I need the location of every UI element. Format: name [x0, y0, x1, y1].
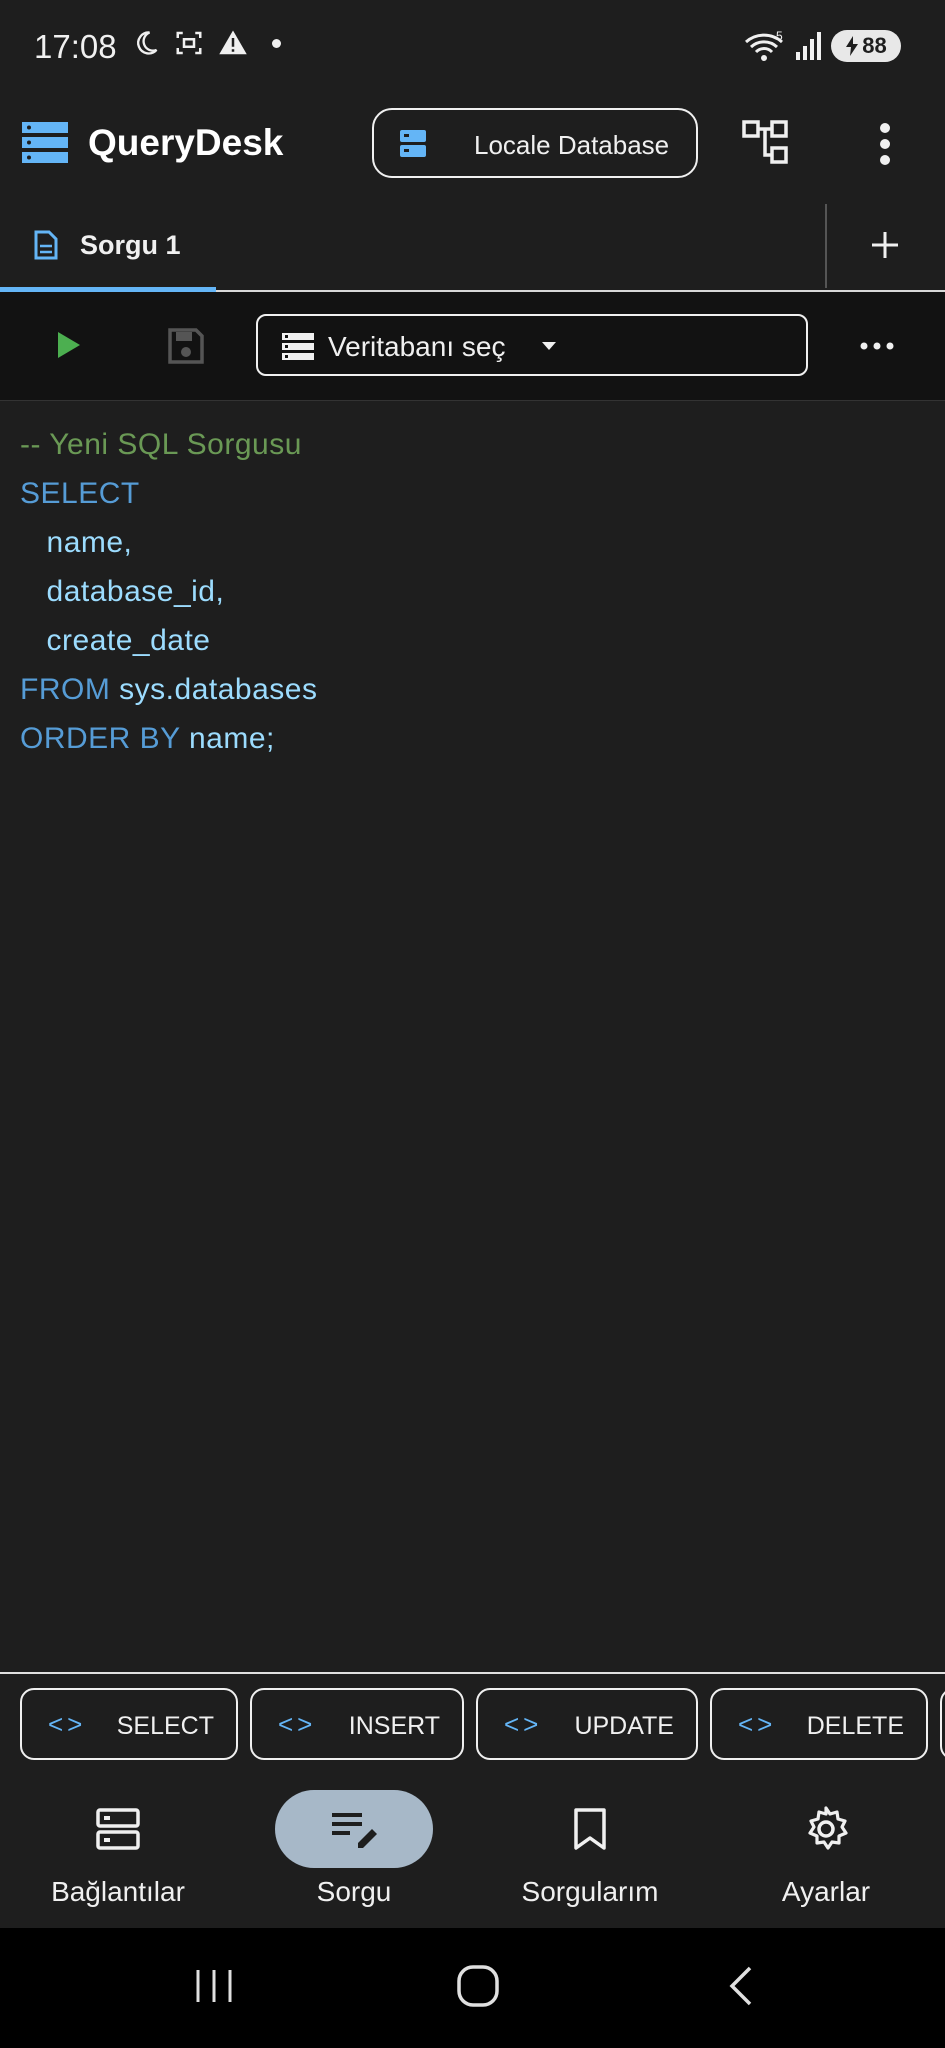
wifi-icon: 5	[745, 29, 783, 61]
servers-icon	[22, 122, 68, 163]
code-identifier: name,	[46, 526, 133, 559]
code-line: name,	[20, 518, 920, 567]
nav-label: Ayarlar	[781, 1876, 871, 1907]
database-select[interactable]: Veritabanı seç	[256, 314, 808, 376]
edit-note-icon	[332, 1813, 377, 1848]
sql-editor[interactable]: -- Yeni SQL Sorgusu SELECT name, databas…	[20, 420, 920, 763]
snippet-label: DELETE	[806, 1712, 904, 1740]
code-keyword: SELECT	[20, 477, 140, 510]
code-identifier: create_date	[46, 624, 211, 657]
code-line: ORDER BY name;	[20, 714, 920, 763]
warning-icon	[219, 30, 247, 55]
home-icon[interactable]	[456, 1964, 500, 2008]
snippet-delete-chip[interactable]: <> DELETE	[710, 1688, 928, 1760]
document-icon	[34, 230, 58, 260]
status-icons	[132, 28, 281, 58]
more-vert-icon[interactable]	[875, 122, 895, 166]
code-line: database_id,	[20, 567, 920, 616]
snippet-label: SELECT	[116, 1712, 214, 1740]
system-navigation-bar	[0, 1928, 945, 2048]
nav-icon-container	[747, 1790, 905, 1868]
query-toolbar: Veritabanı seç	[0, 292, 945, 401]
svg-text:5: 5	[776, 29, 783, 43]
recent-apps-icon[interactable]	[194, 1966, 234, 2006]
database-list-icon	[282, 333, 314, 360]
nav-ayarlar[interactable]: Ayarlar	[708, 1766, 944, 1928]
run-icon[interactable]	[56, 330, 82, 360]
code-identifier: name;	[189, 722, 275, 755]
nav-baglantilar[interactable]: Bağlantılar	[0, 1766, 236, 1928]
tab-divider	[825, 204, 827, 288]
app-title: QueryDesk	[88, 122, 284, 163]
nav-sorgularim[interactable]: Sorgularım	[472, 1766, 708, 1928]
tab-sorgu-1[interactable]: Sorgu 1	[0, 200, 216, 292]
signal-icon	[796, 32, 821, 60]
snippet-update-chip[interactable]: <> UPDATE	[476, 1688, 698, 1760]
code-icon: <>	[278, 1709, 317, 1739]
code-icon: <>	[48, 1709, 87, 1739]
code-icon: <>	[504, 1709, 543, 1739]
code-line: create_date	[20, 616, 920, 665]
gear-icon	[808, 1806, 848, 1850]
snippet-select-chip[interactable]: <> SELECT	[20, 1688, 238, 1760]
nav-label: Bağlantılar	[51, 1876, 185, 1907]
battery-indicator: 88	[831, 30, 901, 62]
moon-icon	[137, 31, 158, 55]
tab-label: Sorgu 1	[80, 230, 181, 260]
nav-sorgu[interactable]: Sorgu	[236, 1766, 472, 1928]
schema-tree-icon[interactable]	[742, 120, 792, 166]
code-line: -- Yeni SQL Sorgusu	[20, 420, 920, 469]
connection-label: Locale Database	[474, 130, 670, 160]
snippet-label: INSERT	[348, 1712, 440, 1740]
snippet-label: UPDATE	[574, 1712, 674, 1740]
code-icon: <>	[738, 1709, 777, 1739]
database-select-label: Veritabanı seç	[328, 331, 506, 362]
nav-label: Sorgu	[316, 1876, 392, 1907]
code-line: SELECT	[20, 469, 920, 518]
screenshot-icon	[176, 31, 202, 55]
snippet-insert-chip[interactable]: <> INSERT	[250, 1688, 464, 1760]
bottom-navigation: Bağlantılar Sorgu Sorgularım Ayarlar	[0, 1766, 945, 1928]
dot-icon	[272, 38, 281, 48]
more-horiz-icon[interactable]	[860, 342, 894, 350]
save-icon[interactable]	[168, 328, 204, 364]
code-keyword: ORDER BY	[20, 722, 181, 755]
add-tab-icon[interactable]	[870, 230, 900, 260]
snippet-bar: <> SELECT <> INSERT <> UPDATE <> DELETE	[0, 1672, 945, 1766]
code-comment: -- Yeni SQL Sorgusu	[20, 428, 302, 461]
code-keyword: FROM	[20, 673, 111, 706]
snippet-more-chip[interactable]	[940, 1688, 945, 1760]
nav-icon-container	[275, 1790, 433, 1868]
status-time: 17:08	[34, 28, 117, 65]
nav-label: Sorgularım	[521, 1876, 659, 1907]
status-bar: 17:08 5 88	[0, 0, 945, 96]
bookmark-icon	[574, 1808, 606, 1850]
app-bar: QueryDesk Locale Database	[0, 96, 945, 206]
nav-icon-container	[39, 1790, 197, 1868]
battery-level: 88	[862, 33, 887, 58]
nav-icon-container	[511, 1790, 669, 1868]
servers-icon	[96, 1808, 140, 1850]
code-identifier: database_id,	[46, 575, 225, 608]
chevron-down-icon	[542, 342, 556, 350]
database-icon	[400, 130, 426, 157]
code-line: FROM sys.databases	[20, 665, 920, 714]
code-identifier: sys.databases	[119, 673, 318, 706]
connection-selector[interactable]: Locale Database	[372, 108, 698, 178]
query-tabs: Sorgu 1	[0, 200, 945, 292]
charging-icon	[846, 36, 859, 56]
back-icon[interactable]	[726, 1966, 756, 2006]
